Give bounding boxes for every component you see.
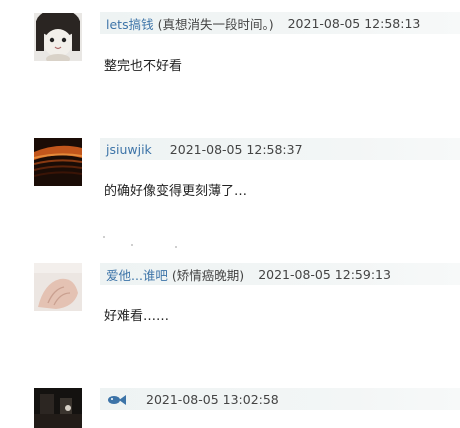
user-note: (矫情癌晚期) [171, 267, 245, 283]
username-link[interactable]: lets搞钱 [106, 14, 154, 33]
hand-avatar-icon [34, 263, 82, 311]
sunset-curves-avatar-icon [34, 138, 82, 186]
username-link[interactable]: 爱他...谁吧 [106, 265, 168, 284]
timestamp: 2021-08-05 13:02:58 [146, 391, 279, 407]
avatar[interactable] [34, 263, 82, 311]
avatar[interactable] [34, 388, 82, 428]
timestamp: 2021-08-05 12:58:37 [169, 141, 303, 157]
comment-text: 的确好像变得更刻薄了… [104, 184, 248, 199]
comment-header: 爱他...谁吧 (矫情癌晚期) 2021-08-05 12:59:13 [100, 263, 460, 285]
comment-text: 好难看…… [104, 309, 170, 324]
user-note: (真想消失一段时间。) [157, 16, 274, 32]
timestamp: 2021-08-05 12:58:13 [287, 15, 421, 31]
comment-text: 整完也不好看 [104, 59, 183, 74]
dark-cafe-avatar-icon [34, 388, 82, 428]
comment-header: jsiuwjik 2021-08-05 12:58:37 [100, 138, 460, 160]
timestamp: 2021-08-05 12:59:13 [258, 266, 391, 282]
cat-avatar-icon [34, 13, 82, 61]
divider-dot [103, 236, 105, 238]
avatar[interactable] [34, 138, 82, 186]
comment-header: 2021-08-05 13:02:58 [100, 388, 460, 410]
avatar[interactable] [34, 13, 82, 61]
username-link[interactable]: jsiuwjik [106, 142, 152, 157]
divider-dot [175, 246, 177, 248]
comment-header: lets搞钱 (真想消失一段时间。) 2021-08-05 12:58:13 [100, 12, 460, 34]
divider-dot [131, 244, 133, 246]
fish-username-icon [108, 395, 126, 405]
username-link[interactable] [106, 392, 128, 407]
